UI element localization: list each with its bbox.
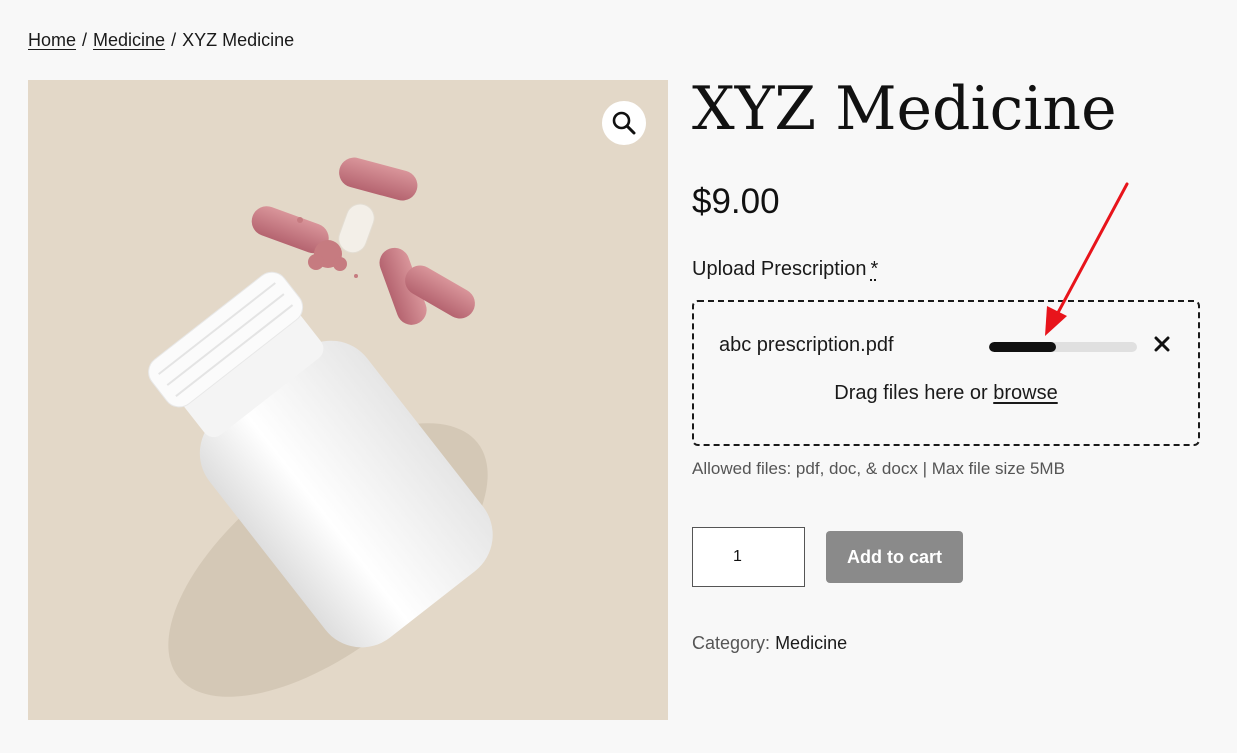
upload-progress-fill [989,342,1056,352]
category-link[interactable]: Medicine [775,633,847,653]
browse-link[interactable]: browse [993,382,1057,404]
drag-instructions: Drag files here or browse [694,382,1198,405]
breadcrumb-separator: / [82,30,88,50]
upload-progress-bar [989,342,1137,352]
file-dropzone[interactable]: abc prescription.pdf Drag files here or … [692,300,1200,446]
product-photo [28,80,668,720]
breadcrumb-separator: / [171,30,177,50]
magnifier-icon [612,111,636,135]
quantity-input[interactable] [692,527,805,587]
close-icon [1154,336,1170,352]
breadcrumb-current: XYZ Medicine [182,30,295,50]
drag-text: Drag files here or [834,382,988,404]
category-label: Category: [692,633,771,653]
upload-label: Upload Prescription * [692,258,878,281]
product-category: Category: Medicine [692,633,847,654]
uploaded-file-name: abc prescription.pdf [719,334,894,356]
allowed-files-note: Allowed files: pdf, doc, & docx | Max fi… [692,459,1065,478]
product-image[interactable] [28,80,668,720]
breadcrumb: Home / Medicine / XYZ Medicine [28,30,294,51]
add-to-cart-button[interactable]: Add to cart [826,531,963,583]
breadcrumb-home-link[interactable]: Home [28,30,76,50]
remove-file-button[interactable] [1150,332,1174,356]
zoom-button[interactable] [602,101,646,145]
required-mark: * [870,258,879,280]
breadcrumb-category-link[interactable]: Medicine [93,30,165,50]
upload-label-text: Upload Prescription [692,258,867,280]
product-title: XYZ Medicine [692,74,1117,144]
product-price: $9.00 [692,182,780,221]
